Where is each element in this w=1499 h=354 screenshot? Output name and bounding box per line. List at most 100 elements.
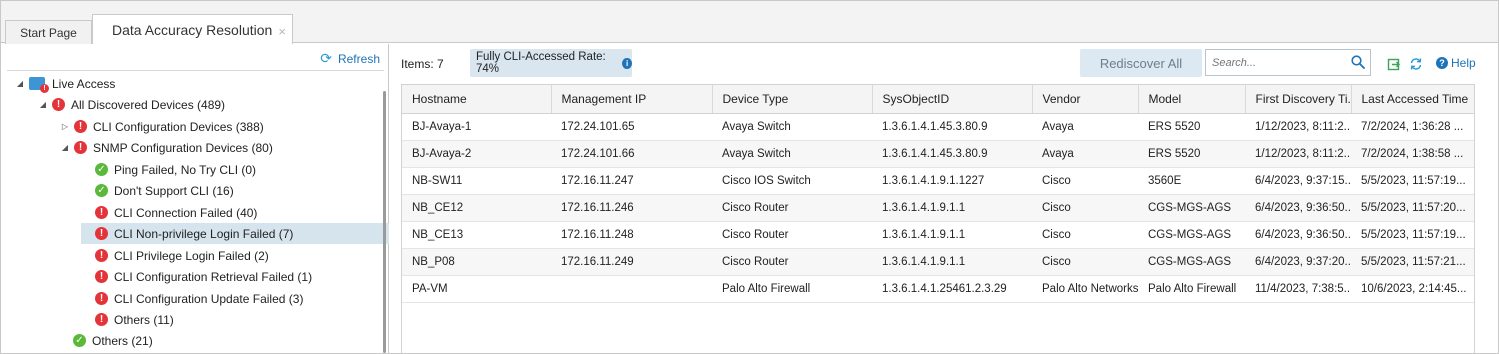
help-label: Help [1451,56,1476,70]
export-icon[interactable] [1387,57,1401,71]
error-status-icon: ! [95,270,108,283]
close-tab-icon[interactable]: × [278,24,286,39]
cell-first-discovery-time: 6/4/2023, 9:37:20... [1245,248,1351,276]
cell-model: ERS 5520 [1138,113,1245,141]
search-input[interactable] [1212,56,1352,69]
column-header-device-type[interactable]: Device Type [712,85,873,114]
cell-management-ip: 172.16.11.248 [551,221,712,249]
table-row[interactable]: PA-VM Palo Alto Firewall 1.3.6.1.4.1.254… [402,275,1474,303]
cell-sysobjectid: 1.3.6.1.4.1.9.1.1 [872,248,1032,276]
tree-node-label: Others (21) [92,333,153,348]
tree-node-all-discovered[interactable]: ◢ ! All Discovered Devices (489) [38,94,225,115]
tree-node-cli-privilege-login-failed[interactable]: ! CLI Privilege Login Failed (2) [95,245,269,266]
cell-device-type: Cisco Router [712,221,872,249]
tree-node-cli-config-devices[interactable]: ▷ ! CLI Configuration Devices (388) [60,116,264,137]
cell-hostname: NB_CE12 [402,194,551,222]
error-status-icon: ! [95,206,108,219]
column-header-last-accessed-time[interactable]: Last Accessed Time [1351,85,1474,114]
tab-data-accuracy-label: Data Accuracy Resolution [112,22,273,38]
search-icon[interactable] [1351,55,1365,69]
table-row[interactable]: NB_CE13 172.16.11.248 Cisco Router 1.3.6… [402,221,1474,249]
cell-last-accessed-time: 5/5/2023, 11:57:20... [1351,194,1474,222]
rediscover-all-button[interactable]: Rediscover All [1080,49,1202,77]
search-box[interactable] [1205,49,1371,76]
tree-node-cli-config-retrieval-failed[interactable]: ! CLI Configuration Retrieval Failed (1) [95,266,312,287]
collapse-triangle-icon[interactable]: ◢ [38,100,48,109]
devices-table: Hostname Management IP Device Type SysOb… [401,84,1475,353]
tab-data-accuracy-resolution[interactable]: Data Accuracy Resolution × [92,14,293,45]
refresh-icon: ⟳ [320,50,332,66]
column-header-model[interactable]: Model [1138,85,1246,114]
cell-device-type: Palo Alto Firewall [712,275,872,303]
cell-hostname: NB_P08 [402,248,551,276]
cli-accessed-rate-badge: Fully CLI-Accessed Rate: 74% i [470,49,632,77]
column-header-hostname[interactable]: Hostname [402,85,552,114]
cell-model: 3560E [1138,167,1245,195]
ok-status-icon: ✓ [73,334,86,347]
items-count: Items: 7 [401,57,444,71]
column-header-sysobjectid[interactable]: SysObjectID [872,85,1033,114]
tree-node-cli-connection-failed[interactable]: ! CLI Connection Failed (40) [95,202,257,223]
tab-strip: Start Page Data Accuracy Resolution × [1,1,1498,45]
tree-node-live-access[interactable]: ◢ ! Live Access [15,73,115,94]
column-header-vendor[interactable]: Vendor [1032,85,1139,114]
cell-vendor: Cisco [1032,194,1138,222]
cell-model: CGS-MGS-AGS [1138,248,1245,276]
cell-management-ip: 172.24.101.66 [551,140,712,168]
cell-device-type: Avaya Switch [712,113,872,141]
error-status-icon: ! [74,120,87,133]
expand-triangle-icon[interactable]: ▷ [60,122,70,131]
cell-model: ERS 5520 [1138,140,1245,168]
cell-vendor: Cisco [1032,221,1138,249]
help-link[interactable]: ? Help [1436,56,1476,70]
collapse-triangle-icon[interactable]: ◢ [60,143,70,152]
folder-icon: ! [29,77,49,93]
tree-node-ping-failed[interactable]: ✓ Ping Failed, No Try CLI (0) [95,159,256,180]
results-pane: Items: 7 Fully CLI-Accessed Rate: 74% i … [390,44,1498,353]
column-header-management-ip[interactable]: Management IP [551,85,713,114]
cell-sysobjectid: 1.3.6.1.4.1.9.1.1 [872,194,1032,222]
cell-hostname: PA-VM [402,275,551,303]
tree-node-cli-config-update-failed[interactable]: ! CLI Configuration Update Failed (3) [95,288,303,309]
tree-node-snmp-config-devices[interactable]: ◢ ! SNMP Configuration Devices (80) [60,137,273,158]
table-row[interactable]: NB-SW11 172.16.11.247 Cisco IOS Switch 1… [402,167,1474,195]
tab-start-page[interactable]: Start Page [5,20,92,44]
tree-node-others-21[interactable]: ✓ Others (21) [73,330,153,351]
tree-scrollbar[interactable] [383,91,386,353]
info-icon[interactable]: i [622,57,632,69]
table-row[interactable]: BJ-Avaya-1 172.24.101.65 Avaya Switch 1.… [402,113,1474,141]
cell-last-accessed-time: 7/2/2024, 1:36:28 ... [1351,113,1474,141]
error-badge-icon: ! [40,84,49,93]
cell-sysobjectid: 1.3.6.1.4.1.9.1.1 [872,221,1032,249]
tree-node-others-11[interactable]: ! Others (11) [95,309,174,330]
cell-model: CGS-MGS-AGS [1138,221,1245,249]
device-tree-pane: ⟳ Refresh ◢ ! Live Access ◢ ! All Discov… [1,44,389,353]
tree-node-label: All Discovered Devices (489) [71,97,226,112]
rate-label: Fully CLI-Accessed Rate: 74% [476,51,606,75]
tree-node-cli-nonprivilege-login-failed[interactable]: ! CLI Non-privilege Login Failed (7) [81,223,389,244]
sync-icon[interactable] [1409,57,1423,71]
cell-first-discovery-time: 11/4/2023, 7:38:5... [1245,275,1351,303]
cell-hostname: NB-SW11 [402,167,551,195]
cell-last-accessed-time: 10/6/2023, 2:14:45... [1351,275,1474,303]
tree-node-dont-support-cli[interactable]: ✓ Don't Support CLI (16) [95,180,234,201]
refresh-button[interactable]: ⟳ Refresh [320,50,380,67]
error-status-icon: ! [74,141,87,154]
cell-vendor: Palo Alto Networks [1032,275,1138,303]
refresh-label: Refresh [337,51,380,66]
tree-node-label: CLI Configuration Devices (388) [93,119,264,134]
column-header-first-discovery-time[interactable]: First Discovery Ti... [1245,85,1352,114]
cell-management-ip [551,275,712,303]
tree-node-label: CLI Connection Failed (40) [114,205,258,220]
table-row[interactable]: NB_CE12 172.16.11.246 Cisco Router 1.3.6… [402,194,1474,222]
cell-last-accessed-time: 5/5/2023, 11:57:19... [1351,221,1474,249]
cell-management-ip: 172.16.11.247 [551,167,712,195]
table-row[interactable]: NB_P08 172.16.11.249 Cisco Router 1.3.6.… [402,248,1474,276]
error-status-icon: ! [95,313,108,326]
cell-first-discovery-time: 1/12/2023, 8:11:2... [1245,113,1351,141]
cell-last-accessed-time: 7/2/2024, 1:38:58 ... [1351,140,1474,168]
collapse-triangle-icon[interactable]: ◢ [15,79,25,88]
table-row[interactable]: BJ-Avaya-2 172.24.101.66 Avaya Switch 1.… [402,140,1474,168]
cell-first-discovery-time: 6/4/2023, 9:37:15... [1245,167,1351,195]
help-icon: ? [1436,57,1448,69]
